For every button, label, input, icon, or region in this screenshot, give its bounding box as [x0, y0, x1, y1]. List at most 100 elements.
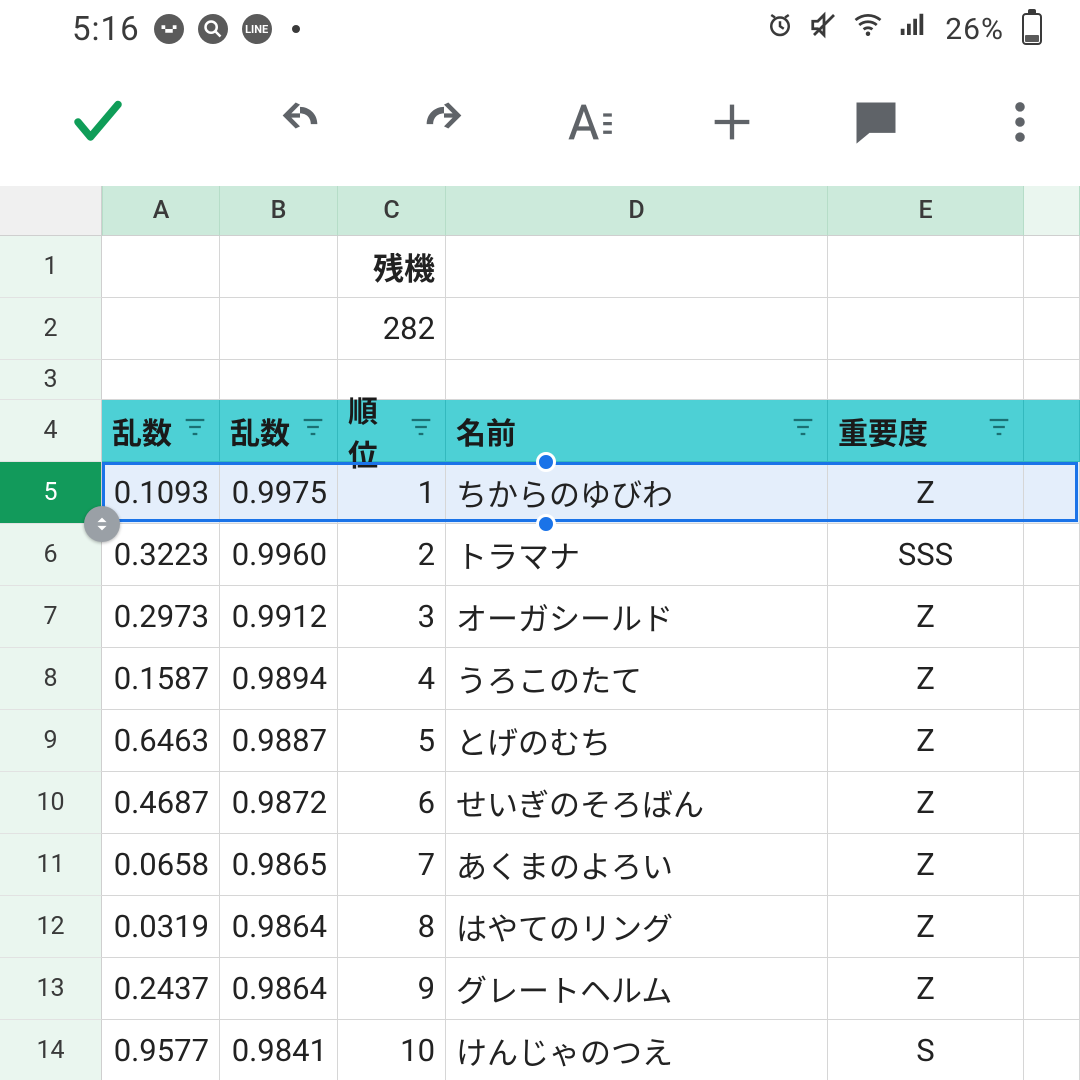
cell-B11[interactable]: 0.9865	[220, 834, 338, 896]
redo-button[interactable]	[404, 82, 484, 162]
row-header-10[interactable]: 10	[0, 772, 102, 834]
cell-E4[interactable]: 重要度	[828, 400, 1024, 462]
cell-C12[interactable]: 8	[338, 896, 446, 958]
cell-E2[interactable]	[828, 298, 1024, 360]
cell-A10[interactable]: 0.4687	[102, 772, 220, 834]
row-header-2[interactable]: 2	[0, 298, 102, 360]
cell-B12[interactable]: 0.9864	[220, 896, 338, 958]
cell-C14[interactable]: 10	[338, 1020, 446, 1080]
row-header-4[interactable]: 4	[0, 400, 102, 462]
cell-B13[interactable]: 0.9864	[220, 958, 338, 1020]
cell-A6[interactable]: 0.3223	[102, 524, 220, 586]
cell-D5[interactable]: ちからのゆびわ	[446, 462, 828, 524]
cell-E7[interactable]: Z	[828, 586, 1024, 648]
row-drag-handle[interactable]	[84, 506, 120, 542]
cell-E9[interactable]: Z	[828, 710, 1024, 772]
cell-F8[interactable]	[1024, 648, 1080, 710]
row-header-14[interactable]: 14	[0, 1020, 102, 1080]
cell-B6[interactable]: 0.9960	[220, 524, 338, 586]
cell-C2[interactable]: 282	[338, 298, 446, 360]
cell-E11[interactable]: Z	[828, 834, 1024, 896]
select-all-corner[interactable]	[0, 186, 102, 236]
cell-A2[interactable]	[102, 298, 220, 360]
cell-C13[interactable]: 9	[338, 958, 446, 1020]
row-header-1[interactable]: 1	[0, 236, 102, 298]
cell-F2[interactable]	[1024, 298, 1080, 360]
cell-B3[interactable]	[220, 360, 338, 400]
cell-D3[interactable]	[446, 360, 828, 400]
cell-A11[interactable]: 0.0658	[102, 834, 220, 896]
cell-D2[interactable]	[446, 298, 828, 360]
row-header-3[interactable]: 3	[0, 360, 102, 400]
cell-B7[interactable]: 0.9912	[220, 586, 338, 648]
filter-icon[interactable]	[407, 413, 435, 441]
cell-A9[interactable]: 0.6463	[102, 710, 220, 772]
cell-B10[interactable]: 0.9872	[220, 772, 338, 834]
cell-A8[interactable]: 0.1587	[102, 648, 220, 710]
cell-B8[interactable]: 0.9894	[220, 648, 338, 710]
cell-E5[interactable]: Z	[828, 462, 1024, 524]
text-format-button[interactable]	[548, 82, 628, 162]
cell-F4[interactable]	[1024, 400, 1080, 462]
cell-A1[interactable]	[102, 236, 220, 298]
cell-F7[interactable]	[1024, 586, 1080, 648]
cell-F13[interactable]	[1024, 958, 1080, 1020]
cell-E1[interactable]	[828, 236, 1024, 298]
cell-C4[interactable]: 順位	[338, 400, 446, 462]
cell-A12[interactable]: 0.0319	[102, 896, 220, 958]
cell-B4[interactable]: 乱数	[220, 400, 338, 462]
cell-D14[interactable]: けんじゃのつえ	[446, 1020, 828, 1080]
more-button[interactable]	[980, 82, 1060, 162]
column-header-A[interactable]: A	[102, 186, 220, 236]
cell-C8[interactable]: 4	[338, 648, 446, 710]
cell-F3[interactable]	[1024, 360, 1080, 400]
undo-button[interactable]	[260, 82, 340, 162]
column-header-F[interactable]	[1024, 186, 1080, 236]
cell-F10[interactable]	[1024, 772, 1080, 834]
filter-icon[interactable]	[299, 413, 327, 441]
row-header-13[interactable]: 13	[0, 958, 102, 1020]
cell-D7[interactable]: オーガシールド	[446, 586, 828, 648]
cell-F5[interactable]	[1024, 462, 1080, 524]
cell-C9[interactable]: 5	[338, 710, 446, 772]
cell-A7[interactable]: 0.2973	[102, 586, 220, 648]
cell-A5[interactable]: 0.1093	[102, 462, 220, 524]
cell-F1[interactable]	[1024, 236, 1080, 298]
row-header-11[interactable]: 11	[0, 834, 102, 896]
cell-F6[interactable]	[1024, 524, 1080, 586]
cell-F9[interactable]	[1024, 710, 1080, 772]
row-header-9[interactable]: 9	[0, 710, 102, 772]
add-button[interactable]	[692, 82, 772, 162]
cell-D13[interactable]: グレートヘルム	[446, 958, 828, 1020]
filter-icon[interactable]	[789, 413, 817, 441]
cell-E6[interactable]: SSS	[828, 524, 1024, 586]
cell-D8[interactable]: うろこのたて	[446, 648, 828, 710]
cell-D12[interactable]: はやてのリング	[446, 896, 828, 958]
cell-A4[interactable]: 乱数	[102, 400, 220, 462]
cell-E12[interactable]: Z	[828, 896, 1024, 958]
cell-D10[interactable]: せいぎのそろばん	[446, 772, 828, 834]
row-header-8[interactable]: 8	[0, 648, 102, 710]
cell-C1[interactable]: 残機	[338, 236, 446, 298]
cell-F14[interactable]	[1024, 1020, 1080, 1080]
confirm-button[interactable]	[58, 82, 138, 162]
cell-B9[interactable]: 0.9887	[220, 710, 338, 772]
cell-C7[interactable]: 3	[338, 586, 446, 648]
cell-A14[interactable]: 0.9577	[102, 1020, 220, 1080]
cell-E13[interactable]: Z	[828, 958, 1024, 1020]
column-header-E[interactable]: E	[828, 186, 1024, 236]
cell-A3[interactable]	[102, 360, 220, 400]
cell-E8[interactable]: Z	[828, 648, 1024, 710]
cell-F11[interactable]	[1024, 834, 1080, 896]
cell-F12[interactable]	[1024, 896, 1080, 958]
cell-B2[interactable]	[220, 298, 338, 360]
cell-C10[interactable]: 6	[338, 772, 446, 834]
cell-E3[interactable]	[828, 360, 1024, 400]
cell-D9[interactable]: とげのむち	[446, 710, 828, 772]
comment-button[interactable]	[836, 82, 916, 162]
cell-D6[interactable]: トラマナ	[446, 524, 828, 586]
cell-D11[interactable]: あくまのよろい	[446, 834, 828, 896]
filter-icon[interactable]	[985, 413, 1013, 441]
cell-B5[interactable]: 0.9975	[220, 462, 338, 524]
cell-E10[interactable]: Z	[828, 772, 1024, 834]
